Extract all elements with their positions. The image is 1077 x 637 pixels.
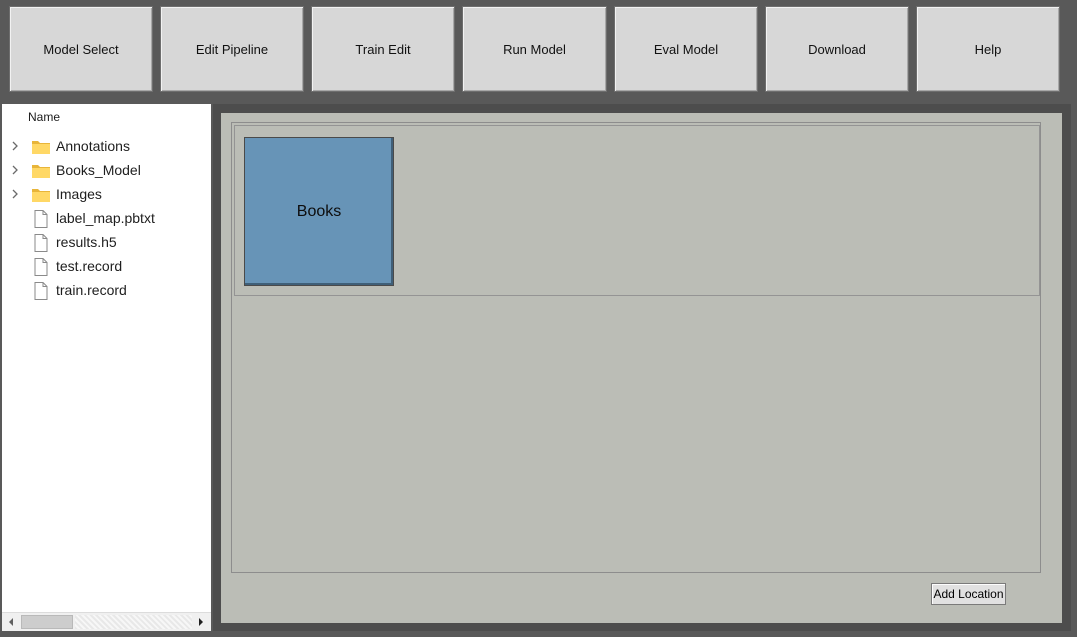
tree-column-header[interactable]: Name [28,110,60,124]
tree-item-test-record[interactable]: test.record [2,255,211,279]
file-icon [34,234,48,252]
arrow-right-icon [198,618,203,626]
chevron-right-icon[interactable] [10,189,20,199]
tree-item-label: Books_Model [56,162,141,178]
edit-pipeline-button[interactable]: Edit Pipeline [160,6,304,92]
tree-item-label: train.record [56,282,127,298]
model-select-button[interactable]: Model Select [9,6,153,92]
chevron-right-icon[interactable] [10,165,20,175]
tree-item-annotations[interactable]: Annotations [2,135,211,159]
location-tile-books[interactable]: Books [244,137,394,286]
file-icon [34,282,48,300]
help-button[interactable]: Help [916,6,1060,92]
tree-horizontal-scrollbar[interactable] [2,612,211,631]
file-icon [34,210,48,228]
tree-item-train-record[interactable]: train.record [2,279,211,303]
tree-item-label: Images [56,186,102,202]
folder-icon [32,165,50,178]
scrollbar-thumb[interactable] [21,615,73,629]
folder-icon [32,189,50,202]
tree-item-label: Annotations [56,138,130,154]
tree-item-label: label_map.pbtxt [56,210,155,226]
tree-item-label: results.h5 [56,234,117,250]
chevron-right-icon[interactable] [10,141,20,151]
add-location-button[interactable]: Add Location [931,583,1006,605]
scroll-left-button[interactable] [2,613,19,631]
download-button[interactable]: Download [765,6,909,92]
scroll-right-button[interactable] [192,613,209,631]
run-model-button[interactable]: Run Model [462,6,607,92]
arrow-left-icon [8,618,13,626]
tree-item-label-map[interactable]: label_map.pbtxt [2,207,211,231]
file-tree-panel: Name Annotations Books_Model Images labe… [2,104,211,631]
tree-item-images[interactable]: Images [2,183,211,207]
train-edit-button[interactable]: Train Edit [311,6,455,92]
file-icon [34,258,48,276]
toolbar: Model Select Edit Pipeline Train Edit Ru… [0,0,1077,101]
tree-item-label: test.record [56,258,123,274]
tree-item-books-model[interactable]: Books_Model [2,159,211,183]
folder-icon [32,141,50,154]
tree-item-results[interactable]: results.h5 [2,231,211,255]
eval-model-button[interactable]: Eval Model [614,6,758,92]
scrollbar-track[interactable] [75,615,192,629]
